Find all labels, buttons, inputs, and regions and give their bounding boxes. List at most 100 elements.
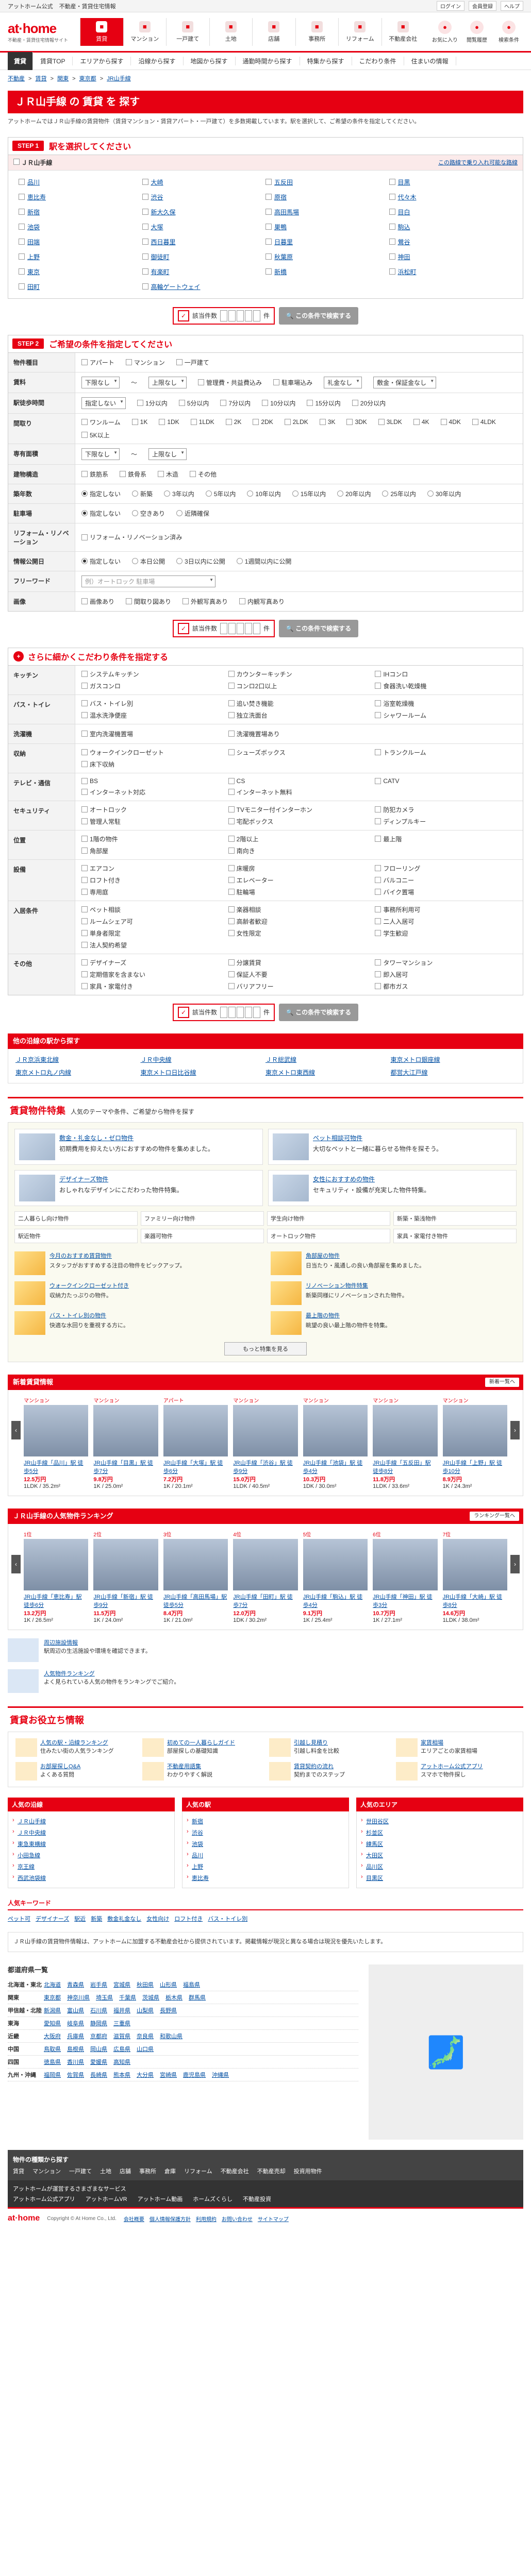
footer-link[interactable]: 土地 <box>100 2167 111 2175</box>
subnav-item[interactable]: 賃貸TOP <box>33 57 73 65</box>
station-name[interactable]: 駒込 <box>398 223 410 231</box>
prefecture-link[interactable]: 山口県 <box>137 2045 154 2053</box>
option-checkbox[interactable] <box>125 359 132 366</box>
condition-option[interactable]: 1週間以内に公開 <box>236 557 291 566</box>
detail-option[interactable]: 都市ガス <box>375 982 517 991</box>
footer-bottom-link[interactable]: 利用規約 <box>196 2215 217 2223</box>
footer-link[interactable]: 不動産投資 <box>243 2195 271 2203</box>
carousel-prev-icon[interactable]: ‹ <box>11 1420 21 1439</box>
footer-bottom-link[interactable]: 会社概要 <box>124 2215 144 2223</box>
condition-option[interactable]: 外観写真あり <box>182 597 228 606</box>
popular-column-link[interactable]: 品川区 <box>361 1861 519 1872</box>
condition-option[interactable]: 間取り図あり <box>126 597 171 606</box>
option-checkbox[interactable] <box>375 683 381 689</box>
popular-column-link[interactable]: 京王線 <box>12 1861 170 1872</box>
footer-link[interactable]: 一戸建て <box>69 2167 92 2175</box>
option-checkbox[interactable] <box>81 971 88 978</box>
station-checkbox[interactable] <box>142 268 148 275</box>
station-item[interactable]: 目黒 <box>389 178 513 187</box>
station-checkbox[interactable] <box>142 239 148 245</box>
detail-option[interactable]: ロフト付き <box>81 876 223 885</box>
station-checkbox[interactable] <box>142 209 148 215</box>
feature-card[interactable]: 女性におすすめの物件 セキュリティ・設備が充実した物件特集。 <box>268 1170 517 1206</box>
footer-link[interactable]: 事務所 <box>139 2167 156 2175</box>
condition-option[interactable]: 4LDK <box>472 418 496 426</box>
condition-option[interactable]: 7分以内 <box>220 399 251 408</box>
option-radio[interactable] <box>132 510 139 517</box>
prefecture-link[interactable]: 山形県 <box>160 1980 177 1989</box>
other-line-link[interactable]: ＪＲ京浜東北線 <box>15 1055 141 1064</box>
line-checkbox-row[interactable]: ＪＲ山手線 <box>13 158 52 167</box>
detail-option[interactable]: バリアフリー <box>228 982 370 991</box>
condition-option[interactable]: 内観写真あり <box>239 597 285 606</box>
footer-link[interactable]: ホームズくらし <box>193 2195 233 2203</box>
property-name[interactable]: JR山手線「高田馬場」駅 徒歩5分 <box>163 1592 228 1609</box>
useful-item[interactable]: お部屋探しQ&A よくある質問 <box>15 1761 135 1781</box>
detail-option[interactable]: 食器洗い乾燥機 <box>375 682 517 690</box>
property-photo[interactable] <box>373 1404 438 1456</box>
prefecture-link[interactable]: 兵庫県 <box>67 2032 84 2040</box>
popular-column-link[interactable]: ＪＲ山手線 <box>12 1816 170 1827</box>
detail-option[interactable]: 学生歓迎 <box>375 929 517 938</box>
station-item[interactable]: 高田馬場 <box>266 208 389 216</box>
property-name[interactable]: JR山手線「五反田」駅 徒歩8分 <box>373 1459 437 1475</box>
option-checkbox[interactable] <box>375 983 381 990</box>
prefecture-link[interactable]: 香川県 <box>67 2058 84 2066</box>
prefecture-link[interactable]: 徳島県 <box>44 2058 61 2066</box>
station-name[interactable]: 御徒町 <box>151 252 170 261</box>
detail-option[interactable]: 南向き <box>228 846 370 855</box>
option-checkbox[interactable] <box>178 400 185 406</box>
option-radio[interactable] <box>132 558 139 565</box>
option-checkbox[interactable] <box>81 419 88 426</box>
station-name[interactable]: 秋葉原 <box>274 252 293 261</box>
station-item[interactable]: 新宿 <box>19 208 142 216</box>
station-name[interactable]: 新大久保 <box>151 208 176 216</box>
condition-option[interactable]: 1DK <box>159 418 179 426</box>
station-item[interactable]: 田町 <box>19 282 142 291</box>
gnav-item-0[interactable]: ■ 賃貸 <box>80 18 123 46</box>
popular-column-link[interactable]: 恵比寿 <box>187 1872 344 1884</box>
subnav-item[interactable]: 通勤時間から探す <box>236 57 300 65</box>
feature-list-item[interactable]: バス・トイレ別の物件 快適な水回りを重視する方に。 <box>14 1311 260 1335</box>
option-checkbox[interactable] <box>228 889 235 895</box>
option-checkbox[interactable] <box>81 749 88 756</box>
option-checkbox[interactable] <box>375 906 381 913</box>
property-card[interactable]: 4位 JR山手線「田町」駅 徒歩7分 12.0万円 1DK / 30.2m² <box>233 1530 298 1623</box>
station-item[interactable]: 鶯谷 <box>389 238 513 246</box>
subnav-item[interactable]: エリアから探す <box>73 57 131 65</box>
feature-small-link[interactable]: 新築・築浅物件 <box>393 1211 517 1226</box>
footer-link[interactable]: リフォーム <box>184 2167 212 2175</box>
gnav-item-6[interactable]: ■ リフォーム <box>338 18 381 46</box>
feature-card-title[interactable]: 敷金・礼金なし・ゼロ物件 <box>59 1133 214 1142</box>
carousel-next-icon[interactable]: › <box>510 1420 520 1439</box>
detail-option[interactable]: 二人入居可 <box>375 917 517 926</box>
prefecture-link[interactable]: 鹿児島県 <box>183 2071 206 2079</box>
station-name[interactable]: 日暮里 <box>274 238 293 246</box>
prefecture-link[interactable]: 沖縄県 <box>212 2071 229 2079</box>
prefecture-link[interactable]: 岡山県 <box>90 2045 107 2053</box>
subnav-item[interactable]: 地図から探す <box>184 57 236 65</box>
station-item[interactable]: 新橋 <box>266 267 389 276</box>
condition-option[interactable]: 10分以内 <box>262 399 295 408</box>
condition-option[interactable]: 2LDK <box>284 418 308 426</box>
station-name[interactable]: 田町 <box>27 282 40 291</box>
prefecture-link[interactable]: 秋田県 <box>137 1980 154 1989</box>
keyword-link[interactable]: 女性向け <box>146 1916 169 1922</box>
subnav-item[interactable]: 賃貸 <box>8 52 34 70</box>
option-checkbox[interactable] <box>228 712 235 719</box>
new-props-list-button[interactable]: 新着一覧へ <box>485 1377 519 1387</box>
property-photo[interactable] <box>93 1538 158 1590</box>
property-photo[interactable] <box>303 1404 368 1456</box>
header-util-item[interactable]: ● 検索条件 <box>494 20 523 43</box>
prefecture-link[interactable]: 北海道 <box>44 1980 61 1989</box>
popular-column-link[interactable]: 西武池袋線 <box>12 1872 170 1884</box>
condition-option[interactable]: 15年以内 <box>292 489 326 498</box>
feature-card[interactable]: デザイナーズ物件 おしゃれなデザインにこだわった物件特集。 <box>14 1170 263 1206</box>
keyword-link[interactable]: ロフト付き <box>174 1916 203 1922</box>
condition-option[interactable]: 1LDK <box>190 418 214 426</box>
condition-option[interactable]: 20分以内 <box>352 399 386 408</box>
property-photo[interactable] <box>373 1538 438 1590</box>
station-item[interactable]: 上野 <box>19 252 142 261</box>
detail-option[interactable]: オートロック <box>81 805 223 814</box>
option-checkbox[interactable] <box>81 806 88 813</box>
